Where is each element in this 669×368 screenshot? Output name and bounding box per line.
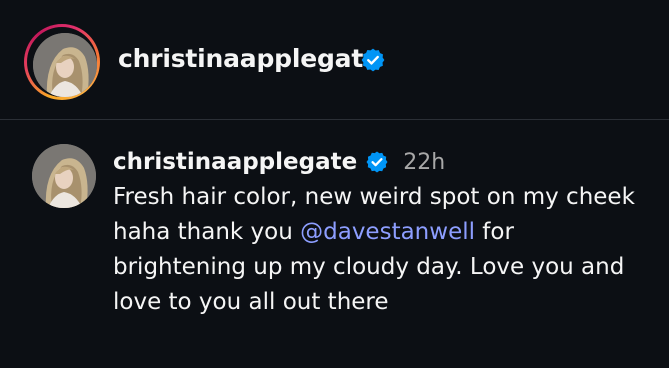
verified-badge-icon [361, 48, 385, 72]
post-avatar-photo [32, 144, 96, 208]
mention-link[interactable]: @davestanwell [300, 219, 475, 245]
story-ring-inner [27, 27, 97, 97]
post: christinaapplegate 22h Fresh hair color,… [0, 120, 669, 368]
avatar-photo [33, 33, 97, 97]
profile-header: christinaapplegate [0, 0, 669, 119]
post-meta: christinaapplegate 22h [113, 146, 445, 178]
post-timestamp: 22h [403, 149, 446, 175]
profile-username[interactable]: christinaapplegate [118, 44, 380, 73]
post-username[interactable]: christinaapplegate [113, 149, 357, 175]
post-avatar[interactable] [32, 144, 96, 208]
verified-badge-icon [366, 151, 388, 173]
post-caption: Fresh hair color, new weird spot on my c… [113, 180, 653, 320]
story-ring[interactable] [24, 24, 100, 100]
avatar[interactable] [33, 33, 97, 97]
